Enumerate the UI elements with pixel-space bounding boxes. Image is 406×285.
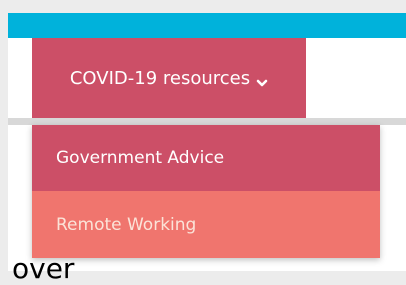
dropdown-item-label: Government Advice [56, 148, 225, 168]
page-background-top [0, 0, 406, 13]
menu-button-label: COVID-19 resources [69, 67, 251, 89]
page-heading: over [12, 252, 75, 285]
dropdown-item-government-advice[interactable]: Government Advice [32, 125, 380, 191]
accent-bar [8, 13, 406, 38]
page-background-left [0, 13, 8, 271]
covid-resources-dropdown: Government Advice Remote Working [32, 125, 380, 258]
dropdown-item-remote-working[interactable]: Remote Working [32, 191, 380, 258]
covid-resources-menu-button[interactable]: COVID-19 resources [32, 38, 306, 118]
chevron-down-icon [256, 73, 268, 87]
dropdown-item-label: Remote Working [56, 214, 197, 235]
nav-divider [8, 118, 406, 125]
